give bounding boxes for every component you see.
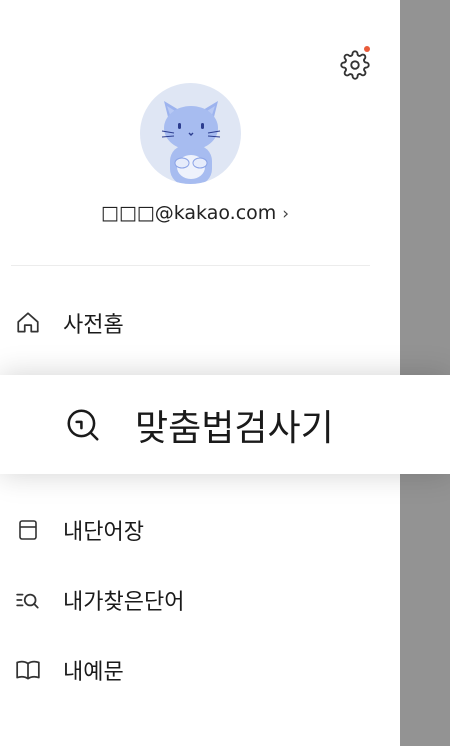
menu-item-grammar-checker[interactable]: 맞춤법검사기	[0, 375, 450, 474]
menu-item-examples[interactable]: 내예문	[0, 650, 400, 690]
menu-item-label: 맞춤법검사기	[135, 408, 334, 449]
notification-dot	[364, 46, 370, 52]
home-icon	[15, 310, 41, 336]
notebook-icon	[15, 517, 41, 543]
avatar[interactable]	[140, 83, 241, 184]
divider	[11, 265, 370, 266]
open-book-icon	[15, 657, 41, 683]
menu-item-label: 사전홈	[63, 313, 124, 338]
list-search-icon	[15, 587, 41, 613]
menu-item-label: 내예문	[63, 660, 124, 685]
menu-item-search-history[interactable]: 내가찾은단어	[0, 580, 400, 620]
gear-icon	[340, 50, 370, 80]
menu-item-wordbook[interactable]: 내단어장	[0, 510, 400, 550]
menu-item-label: 내가찾은단어	[63, 590, 185, 615]
chevron-right-icon: ›	[282, 204, 290, 224]
menu-item-label: 내단어장	[63, 520, 144, 545]
drawer-scrim[interactable]	[400, 0, 450, 746]
menu-item-home[interactable]: 사전홈	[0, 303, 400, 343]
account-link[interactable]: □□□@kakao.com ›	[0, 202, 390, 224]
account-email: □□□@kakao.com	[100, 202, 277, 224]
search-check-icon	[64, 406, 102, 444]
navigation-drawer: □□□@kakao.com › 사전홈 내단어장 내가찾은단어 내예문	[0, 0, 400, 746]
cat-avatar-icon	[161, 101, 221, 184]
settings-button[interactable]	[340, 46, 370, 80]
